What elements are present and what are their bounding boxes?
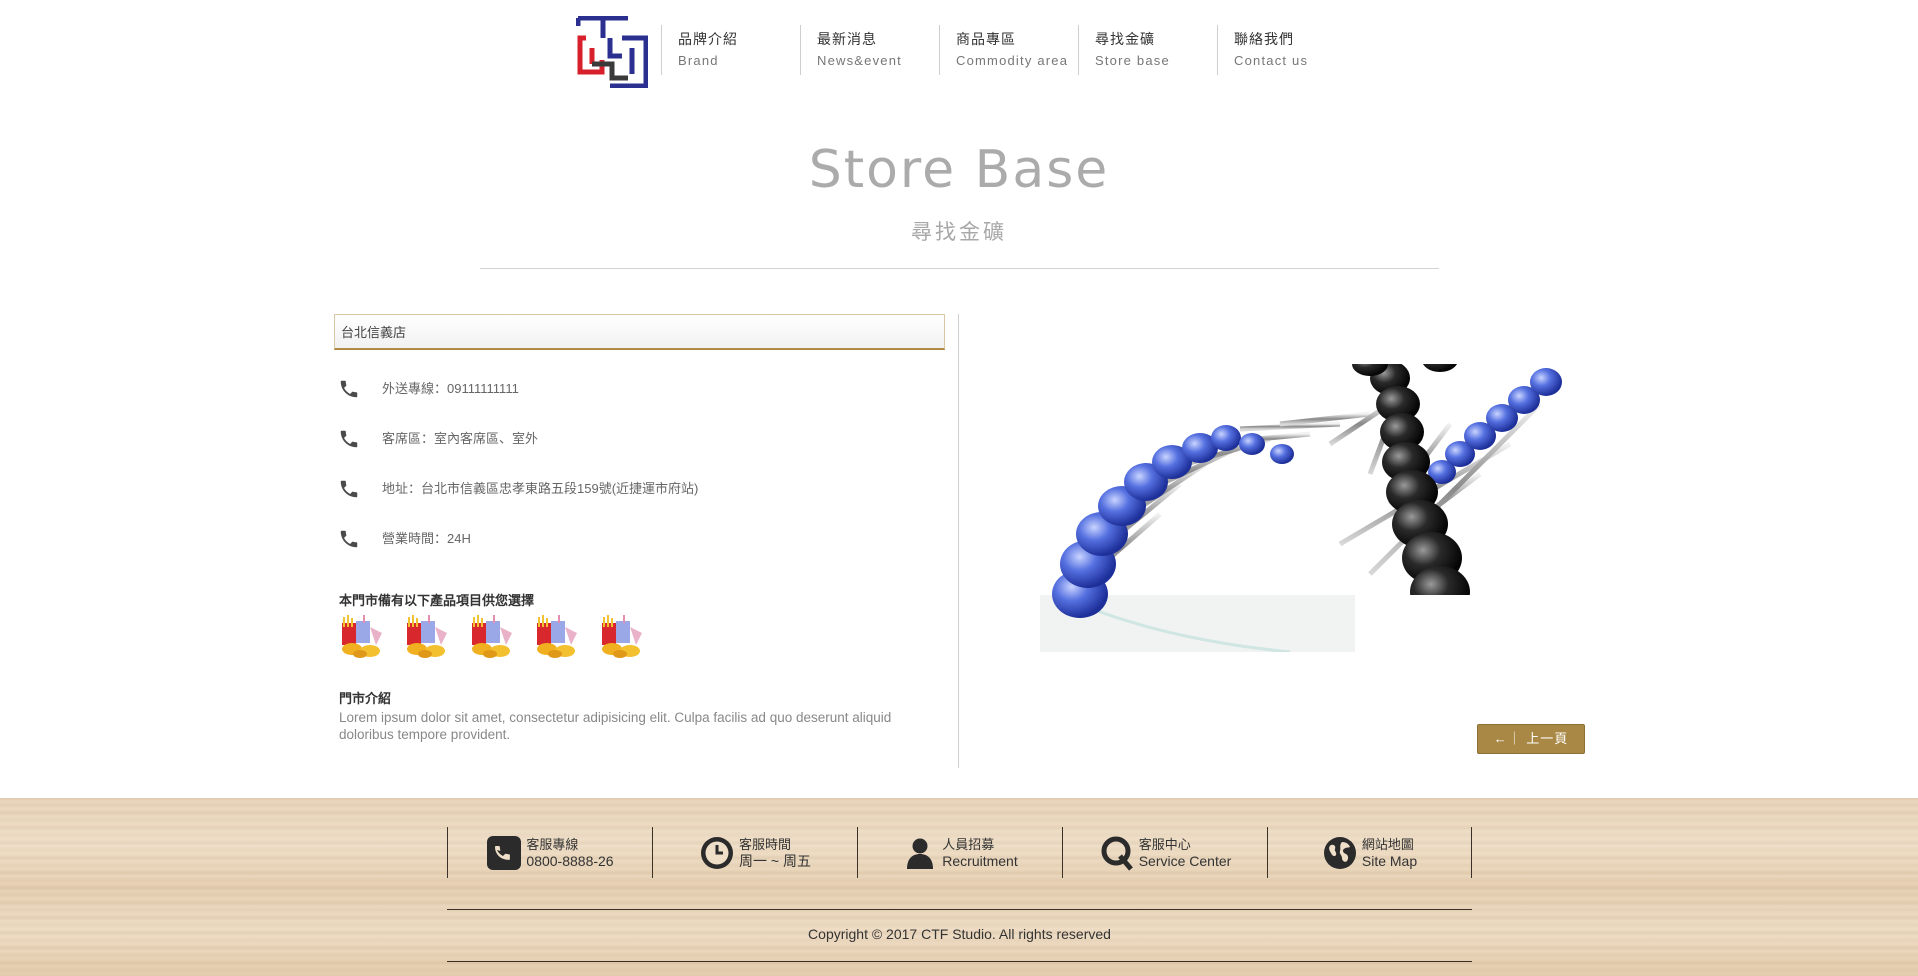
footer-item-title: 人員招募 xyxy=(942,836,995,852)
footer-text: 客服中心 Service Center xyxy=(1139,836,1232,870)
phone-icon xyxy=(487,835,522,870)
nav-label-en: Brand xyxy=(678,53,719,68)
footer-item-site-map[interactable]: 網站地圖 Site Map xyxy=(1267,827,1472,878)
nav-item-store-base[interactable]: 尋找金礦 Store base xyxy=(1078,25,1217,75)
info-text: 外送專線：09111111111 xyxy=(382,381,519,396)
footer-divider xyxy=(447,909,1472,910)
info-row-delivery: 外送專線：09111111111 xyxy=(338,376,938,426)
footer-item-title: 網站地圖 xyxy=(1361,836,1414,852)
nav-label-zh: 聯絡我們 xyxy=(1234,31,1294,47)
footer-item-service-hours[interactable]: 客服時間 周一 ~ 周五 xyxy=(652,827,857,878)
info-row-seating: 客席區：室內客席區、室外 xyxy=(338,426,938,476)
q-icon xyxy=(1101,836,1133,871)
info-text: 客席區：室內客席區、室外 xyxy=(382,431,539,446)
person-icon xyxy=(907,838,934,869)
brand-logo[interactable] xyxy=(576,16,648,88)
nav-label-zh: 商品專區 xyxy=(956,31,1016,47)
footer-item-hotline[interactable]: 客服專線 0800-8888-26 xyxy=(447,827,652,878)
footer-divider xyxy=(447,961,1472,962)
footer-item-value: 周一 ~ 周五 xyxy=(739,852,811,869)
footer-text: 客服時間 周一 ~ 周五 xyxy=(739,836,811,870)
products-title: 本門市備有以下產品項目供您選擇 xyxy=(339,594,535,609)
footer-item-title: 客服專線 xyxy=(526,836,579,852)
store-intro-text: Lorem ipsum dolor sit amet, consectetur … xyxy=(339,710,892,742)
site-footer: 客服專線 0800-8888-26 客服時間 周一 ~ 周五 人員招募 Recr… xyxy=(0,798,1918,976)
nav-item-contact[interactable]: 聯絡我們 Contact us xyxy=(1217,25,1356,75)
store-info-list: 外送專線：09111111111 客席區：室內客席區、室外 地址：台北市信義區忠… xyxy=(338,376,938,576)
fast-food-icon xyxy=(472,615,512,658)
footer-text: 人員招募 Recruitment xyxy=(942,836,1017,870)
nav-label-zh: 尋找金礦 xyxy=(1095,31,1155,47)
clock-icon xyxy=(701,836,734,869)
nav-label-en: Store base xyxy=(1095,53,1170,68)
globe-icon xyxy=(1323,836,1356,869)
title-divider xyxy=(480,268,1439,269)
nav-item-brand[interactable]: 品牌介紹 Brand xyxy=(661,25,800,75)
dna-image xyxy=(1040,364,1565,652)
footer-item-value: Service Center xyxy=(1138,852,1232,869)
footer-item-value: Site Map xyxy=(1361,852,1418,869)
phone-icon xyxy=(340,380,358,398)
footer-text: 網站地圖 Site Map xyxy=(1362,836,1417,870)
footer-item-title: 客服時間 xyxy=(739,836,792,852)
nav-label-zh: 品牌介紹 xyxy=(678,31,738,47)
nav-label-en: News&event xyxy=(817,53,902,68)
phone-icon xyxy=(340,480,358,498)
fast-food-icon xyxy=(342,615,382,658)
back-button[interactable]: ←｜ 上一頁 xyxy=(1477,724,1585,754)
nav-label-en: Commodity area xyxy=(956,53,1069,68)
copyright-text: Copyright © 2017 CTF Studio. All rights … xyxy=(808,926,1111,942)
footer-item-value: Recruitment xyxy=(942,852,1018,869)
column-divider xyxy=(958,314,959,768)
phone-icon xyxy=(340,530,358,548)
fast-food-icon xyxy=(602,615,642,658)
fast-food-icon xyxy=(537,615,577,658)
page-title: Store Base xyxy=(808,140,1110,200)
footer-text: 客服專線 0800-8888-26 xyxy=(526,836,613,870)
nav-item-commodity[interactable]: 商品專區 Commodity area xyxy=(939,25,1078,75)
store-name-header: 台北信義店 xyxy=(334,314,945,350)
footer-links: 客服專線 0800-8888-26 客服時間 周一 ~ 周五 人員招募 Recr… xyxy=(447,827,1472,878)
info-row-hours: 營業時間：24H xyxy=(338,526,938,576)
phone-icon xyxy=(340,430,358,448)
footer-item-service-center[interactable]: 客服中心 Service Center xyxy=(1062,827,1267,878)
nav-item-news[interactable]: 最新消息 News&event xyxy=(800,25,939,75)
footer-item-value: 0800-8888-26 xyxy=(526,852,614,869)
nav-label-en: Contact us xyxy=(1234,53,1309,68)
info-text: 地址：台北市信義區忠孝東路五段159號(近捷運市府站) xyxy=(382,481,699,496)
site-header: 品牌介紹 Brand 最新消息 News&event 商品專區 Commodit… xyxy=(0,0,1918,90)
page-subtitle: 尋找金礦 xyxy=(911,221,1007,244)
footer-item-recruitment[interactable]: 人員招募 Recruitment xyxy=(857,827,1062,878)
info-row-address: 地址：台北市信義區忠孝東路五段159號(近捷運市府站) xyxy=(338,476,938,526)
info-text: 營業時間：24H xyxy=(382,531,471,546)
store-intro-title: 門市介紹 xyxy=(339,692,392,707)
nav-label-zh: 最新消息 xyxy=(817,31,877,47)
product-icons xyxy=(338,615,646,659)
fast-food-icon xyxy=(407,615,447,658)
main-nav: 品牌介紹 Brand 最新消息 News&event 商品專區 Commodit… xyxy=(661,25,1356,75)
footer-item-title: 客服中心 xyxy=(1138,836,1191,852)
